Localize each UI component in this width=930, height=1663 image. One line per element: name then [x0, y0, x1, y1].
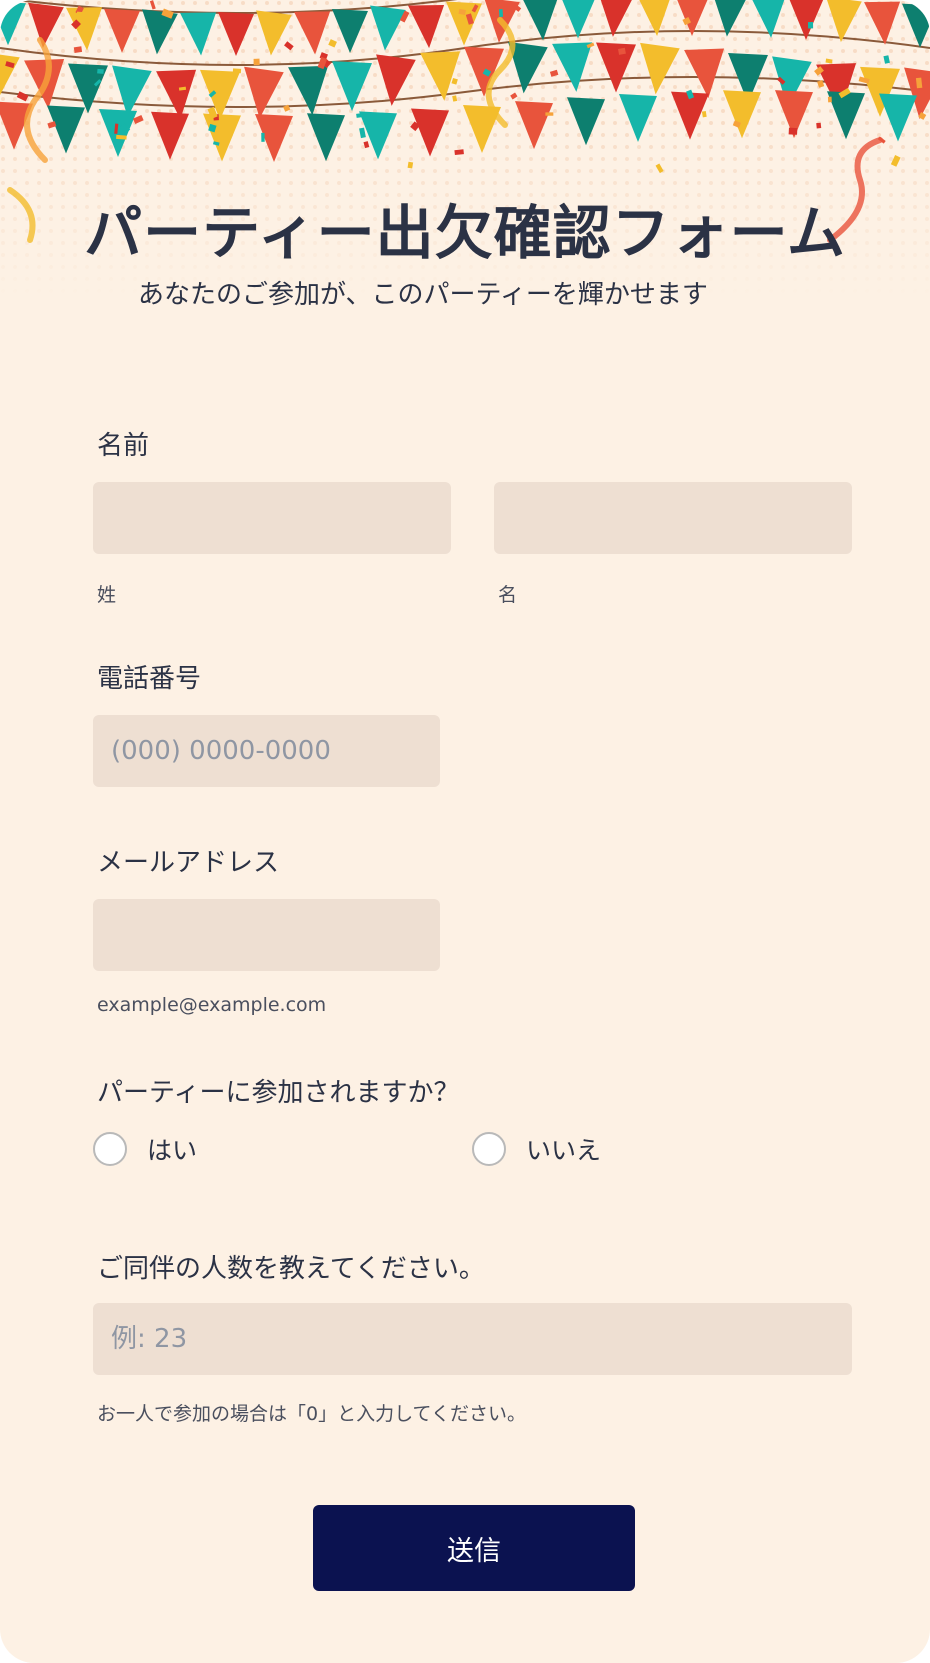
first-name-sublabel: 名 — [498, 584, 518, 606]
confetti-piece — [816, 122, 822, 129]
radio-yes[interactable] — [93, 1132, 127, 1166]
confetti-piece — [253, 58, 260, 66]
email-sublabel: example@example.com — [97, 994, 327, 1016]
confetti-piece — [407, 161, 414, 169]
companions-label: ご同伴の人数を教えてください。 — [97, 1254, 485, 1284]
page-title: パーティー出欠確認フォーム — [84, 199, 846, 267]
companions-hint: お一人で参加の場合は「0」と入力してください。 — [97, 1403, 526, 1425]
confetti-piece — [618, 47, 626, 55]
first-name-input[interactable] — [494, 482, 852, 554]
companions-input[interactable] — [93, 1303, 852, 1375]
email-input[interactable] — [93, 899, 440, 971]
last-name-sublabel: 姓 — [97, 584, 117, 606]
confetti-piece — [76, 11, 84, 17]
submit-button[interactable]: 送信 — [313, 1505, 635, 1591]
confetti-piece — [232, 68, 242, 74]
attendance-option-no-label: いいえ — [526, 1136, 602, 1165]
confetti-piece — [498, 8, 504, 17]
attendance-option-yes[interactable]: はい — [93, 1131, 197, 1167]
attendance-question: パーティーに参加されますか？ — [97, 1078, 460, 1108]
last-name-input[interactable] — [93, 482, 451, 554]
attendance-option-yes-label: はい — [147, 1136, 198, 1165]
confetti-piece — [915, 77, 923, 89]
confetti-piece — [97, 68, 104, 74]
confetti-piece — [73, 46, 83, 53]
confetti-piece — [454, 149, 464, 156]
confetti-piece — [827, 96, 832, 103]
page-subtitle: あなたのご参加が、このパーティーを輝かせます — [138, 280, 708, 310]
name-label: 名前 — [97, 431, 150, 461]
attendance-option-no[interactable]: いいえ — [472, 1131, 601, 1167]
confetti-piece — [261, 132, 265, 142]
email-label: メールアドレス — [97, 848, 280, 878]
form-card: パーティー出欠確認フォーム あなたのご参加が、このパーティーを輝かせます 名前 … — [0, 0, 930, 1663]
phone-label: 電話番号 — [97, 664, 202, 694]
confetti-piece — [807, 22, 814, 29]
phone-input[interactable] — [93, 715, 440, 787]
confetti-piece — [788, 127, 798, 135]
confetti-piece — [116, 134, 127, 140]
radio-no[interactable] — [472, 1132, 506, 1166]
confetti-piece — [545, 112, 554, 116]
